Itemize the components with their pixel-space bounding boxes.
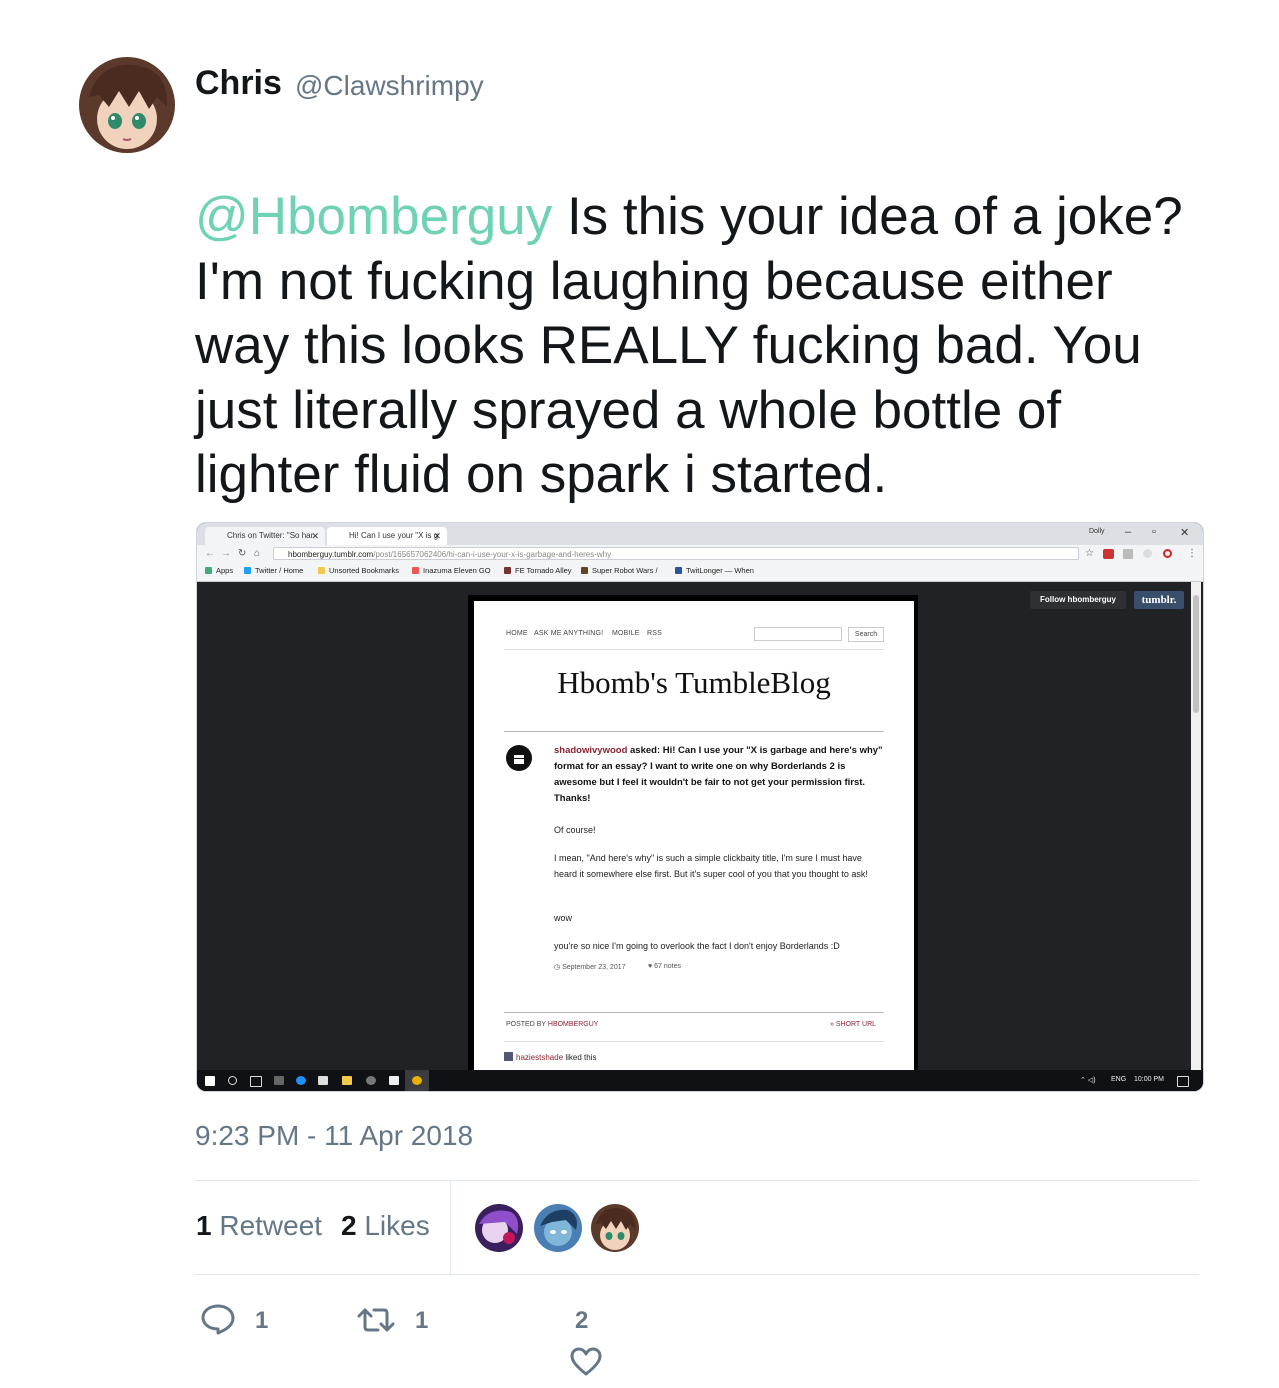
folder-icon (342, 1076, 352, 1085)
close-window-icon: ✕ (1180, 527, 1190, 539)
clock-icon: ◷ (554, 964, 563, 971)
blog-nav-mobile: MOBILE (612, 630, 640, 637)
close-icon: ✕ (433, 531, 441, 541)
extension-icon (1123, 549, 1133, 559)
taskbar-language: ENG (1111, 1076, 1127, 1083)
forward-icon: → (221, 548, 231, 559)
browser-address-bar: ← → ↻ ⌂ hbomberguy.tumblr.com/post/16565… (197, 545, 1203, 563)
short-url-link: » SHORT URL (830, 1021, 877, 1028)
scrollbar-thumb (1193, 595, 1199, 713)
author-display-name[interactable]: Chris (195, 63, 282, 103)
divider (504, 731, 884, 732)
star-icon: ☆ (1085, 548, 1094, 559)
reload-icon: ↻ (238, 548, 247, 559)
mail-icon (389, 1076, 399, 1085)
notifications-icon (1177, 1076, 1189, 1087)
divider (195, 1180, 1199, 1181)
note-avatar (504, 1052, 513, 1061)
browser-tab: Chris on Twitter: "So har ✕ (205, 527, 325, 545)
window-user-label: Dolly (1089, 528, 1105, 535)
app-icon (366, 1076, 376, 1085)
browser-tab-active: Hi! Can I use your "X is g ✕ (327, 527, 447, 545)
edge-icon (296, 1076, 306, 1085)
extension-icon (1143, 549, 1152, 558)
note-entry: haziestshade liked this (504, 1052, 597, 1062)
windows-taskbar: ⌃ ◁) ENG 10:00 PM (197, 1070, 1203, 1091)
attached-image[interactable]: Chris on Twitter: "So har ✕ Hi! Can I use… (196, 522, 1204, 1092)
answer-paragraph: wow (554, 913, 573, 923)
tray-icons: ⌃ ◁) (1080, 1077, 1096, 1084)
divider (504, 649, 884, 650)
liker-avatar[interactable] (534, 1204, 582, 1252)
tweet-text: @Hbomberguy Is this your idea of a joke?… (195, 185, 1195, 508)
minimize-icon: – (1125, 526, 1132, 538)
retweet-count-link[interactable]: 1 Retweet (196, 1208, 322, 1244)
ask-question: shadowivywood asked: Hi! Can I use your … (554, 745, 883, 804)
search-icon (228, 1076, 237, 1085)
answer-paragraph: you're so nice I'm going to overlook the… (554, 941, 840, 951)
retweet-icon[interactable] (356, 1300, 396, 1340)
block-icon (1163, 549, 1172, 558)
home-icon: ⌂ (254, 548, 261, 559)
blog-nav-rss: RSS (647, 630, 662, 637)
app-icon (274, 1076, 284, 1085)
tweet-timestamp[interactable]: 9:23 PM - 11 Apr 2018 (195, 1118, 473, 1154)
text-post-icon (506, 745, 532, 771)
divider (504, 1041, 884, 1042)
menu-icon: ⋮ (1187, 548, 1197, 559)
bookmarks-bar: Apps Twitter / Home Unsorted Bookmarks I… (197, 563, 1203, 582)
liker-avatar[interactable] (591, 1204, 639, 1252)
browser-tab-bar: Chris on Twitter: "So har ✕ Hi! Can I use… (197, 523, 1203, 545)
answer-paragraph: I mean, "And here's why" is such a simpl… (554, 853, 868, 879)
divider (450, 1181, 451, 1275)
tumblr-logo: tumblr. (1134, 591, 1184, 609)
liker-avatar[interactable] (475, 1204, 523, 1252)
author-avatar[interactable] (79, 57, 175, 153)
maximize-icon: ▫ (1152, 526, 1156, 538)
back-icon: ← (205, 548, 215, 559)
task-view-icon (250, 1076, 262, 1087)
post-notes: ♥ 67 notes (648, 963, 681, 970)
retweet-action-count: 1 (415, 1307, 429, 1334)
answer-paragraph: Of course! (554, 825, 596, 835)
heart-icon[interactable] (568, 1346, 604, 1378)
post-date: ◷ September 23, 2017 (554, 964, 626, 971)
author-handle[interactable]: @Clawshrimpy (295, 69, 484, 103)
blog-nav-ask: ASK ME ANYTHING! (534, 630, 604, 637)
blog-title: Hbomb's TumbleBlog (557, 665, 831, 700)
reply-icon[interactable] (198, 1300, 238, 1340)
mention-link[interactable]: @Hbomberguy (195, 187, 552, 246)
posted-by: POSTED BY HBOMBERGUY (506, 1021, 599, 1028)
store-icon (318, 1076, 328, 1085)
blog-nav-home: HOME (506, 630, 528, 637)
url-field: hbomberguy.tumblr.com/post/165657062406/… (273, 547, 1079, 560)
divider (195, 1274, 1199, 1275)
follow-button: Follow hbomberguy (1030, 591, 1126, 609)
divider (504, 1012, 884, 1013)
reply-count: 1 (255, 1307, 269, 1334)
windows-start-icon (205, 1076, 215, 1086)
taskbar-clock: 10:00 PM (1134, 1076, 1164, 1083)
extension-icon (1103, 549, 1114, 559)
likes-count-link[interactable]: 2 Likes (341, 1208, 430, 1244)
blog-search-button: Search (848, 627, 884, 642)
like-action-count: 2 (575, 1307, 589, 1334)
chrome-icon (412, 1076, 422, 1085)
blog-search-input (754, 627, 842, 641)
close-icon: ✕ (311, 531, 319, 541)
blog-post-page: HOME ASK ME ANYTHING! MOBILE RSS Search … (474, 601, 914, 1071)
